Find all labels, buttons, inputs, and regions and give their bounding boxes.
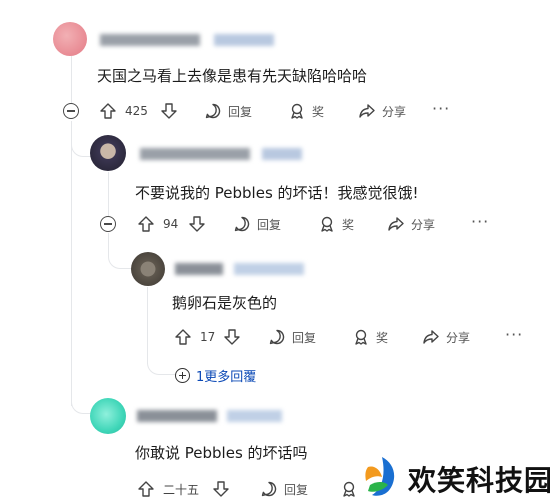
username-blurred[interactable] xyxy=(100,34,200,46)
more-icon[interactable]: ··· xyxy=(505,325,523,344)
downvote-button[interactable] xyxy=(223,325,241,349)
thread-line-reply-2 xyxy=(147,287,148,364)
comment-text: 天国之马看上去像是患有先天缺陷哈哈哈 xyxy=(97,67,368,85)
award-button[interactable]: 奖 xyxy=(288,99,324,123)
timestamp-blurred xyxy=(234,263,304,275)
thread-line-root xyxy=(71,52,72,104)
upvote-button[interactable] xyxy=(99,99,117,123)
award-label: 奖 xyxy=(312,104,325,119)
timestamp-blurred xyxy=(262,148,302,160)
watermark: 欢笑科技园 xyxy=(358,452,550,503)
reply-label: 回复 xyxy=(228,104,253,119)
avatar[interactable] xyxy=(131,252,165,286)
thread-curve-more xyxy=(147,355,176,375)
share-icon xyxy=(388,217,404,231)
username-blurred[interactable] xyxy=(175,263,223,275)
comment-icon xyxy=(269,329,285,345)
watermark-text: 欢笑科技园 xyxy=(408,464,550,497)
comment-icon xyxy=(205,103,221,119)
downvote-icon xyxy=(213,481,229,497)
share-button[interactable]: 分享 xyxy=(422,325,470,349)
more-icon[interactable]: ··· xyxy=(471,212,489,231)
award-label: 奖 xyxy=(342,217,355,232)
timestamp-blurred xyxy=(227,410,282,422)
more-replies-label: 1更多回覆 xyxy=(196,370,257,385)
username-blurred[interactable] xyxy=(137,410,217,422)
username-blurred[interactable] xyxy=(140,148,250,160)
reply-button[interactable]: 回复 xyxy=(204,99,252,123)
comment-text: 不要说我的 Pebbles 的坏话！我感觉很饿! xyxy=(135,184,419,202)
award-button[interactable]: 奖 xyxy=(352,325,388,349)
collapse-icon[interactable] xyxy=(63,103,79,119)
upvote-button[interactable] xyxy=(174,325,192,349)
award-icon xyxy=(321,216,333,232)
reply-label: 回复 xyxy=(257,217,282,232)
downvote-button[interactable] xyxy=(160,99,178,123)
collapse-icon[interactable] xyxy=(100,216,116,232)
award-icon xyxy=(343,481,355,497)
avatar[interactable] xyxy=(90,135,126,171)
award-icon xyxy=(355,329,367,345)
upvote-icon xyxy=(100,103,116,119)
upvote-icon xyxy=(175,329,191,345)
reply-label: 回复 xyxy=(292,330,317,345)
vote-count: 二十五 xyxy=(163,482,200,497)
vote-count: 94 xyxy=(163,217,179,231)
award-icon xyxy=(291,103,303,119)
more-icon[interactable]: ··· xyxy=(432,99,450,118)
avatar[interactable] xyxy=(53,22,87,56)
reply-button[interactable]: 回复 xyxy=(268,325,316,349)
share-icon xyxy=(423,330,439,344)
upvote-icon xyxy=(138,216,154,232)
downvote-button[interactable] xyxy=(212,477,230,501)
vote-count: 425 xyxy=(125,104,148,118)
upvote-button[interactable] xyxy=(137,477,155,501)
award-label: 奖 xyxy=(376,330,389,345)
comment-icon xyxy=(261,481,277,497)
award-button[interactable] xyxy=(340,477,358,501)
thread-line-root-lower xyxy=(71,121,72,406)
award-button[interactable]: 奖 xyxy=(318,212,354,236)
downvote-button[interactable] xyxy=(188,212,206,236)
vote-count: 17 xyxy=(200,330,216,344)
reply-button[interactable]: 回复 xyxy=(260,477,308,501)
share-icon xyxy=(359,104,375,118)
comment-text: 你敢说 Pebbles 的坏话吗 xyxy=(135,444,308,462)
downvote-icon xyxy=(161,103,177,119)
upvote-icon xyxy=(138,481,154,497)
watermark-logo xyxy=(365,457,395,496)
avatar[interactable] xyxy=(90,398,126,434)
more-replies-link[interactable]: 1更多回覆 xyxy=(175,366,256,385)
share-button[interactable]: 分享 xyxy=(387,212,435,236)
share-button[interactable]: 分享 xyxy=(358,99,406,123)
share-label: 分享 xyxy=(411,217,436,232)
thread-curve-reply-2 xyxy=(108,250,133,269)
reply-button[interactable]: 回复 xyxy=(233,212,281,236)
share-label: 分享 xyxy=(446,330,471,345)
share-label: 分享 xyxy=(382,104,407,119)
thread-line-reply-1 xyxy=(108,172,109,216)
timestamp-blurred xyxy=(214,34,274,46)
downvote-icon xyxy=(224,329,240,345)
reply-label: 回复 xyxy=(284,482,309,497)
upvote-button[interactable] xyxy=(137,212,155,236)
comment-icon xyxy=(234,216,250,232)
expand-icon xyxy=(175,368,190,383)
comment-text: 鹅卵石是灰色的 xyxy=(172,294,278,312)
downvote-icon xyxy=(189,216,205,232)
